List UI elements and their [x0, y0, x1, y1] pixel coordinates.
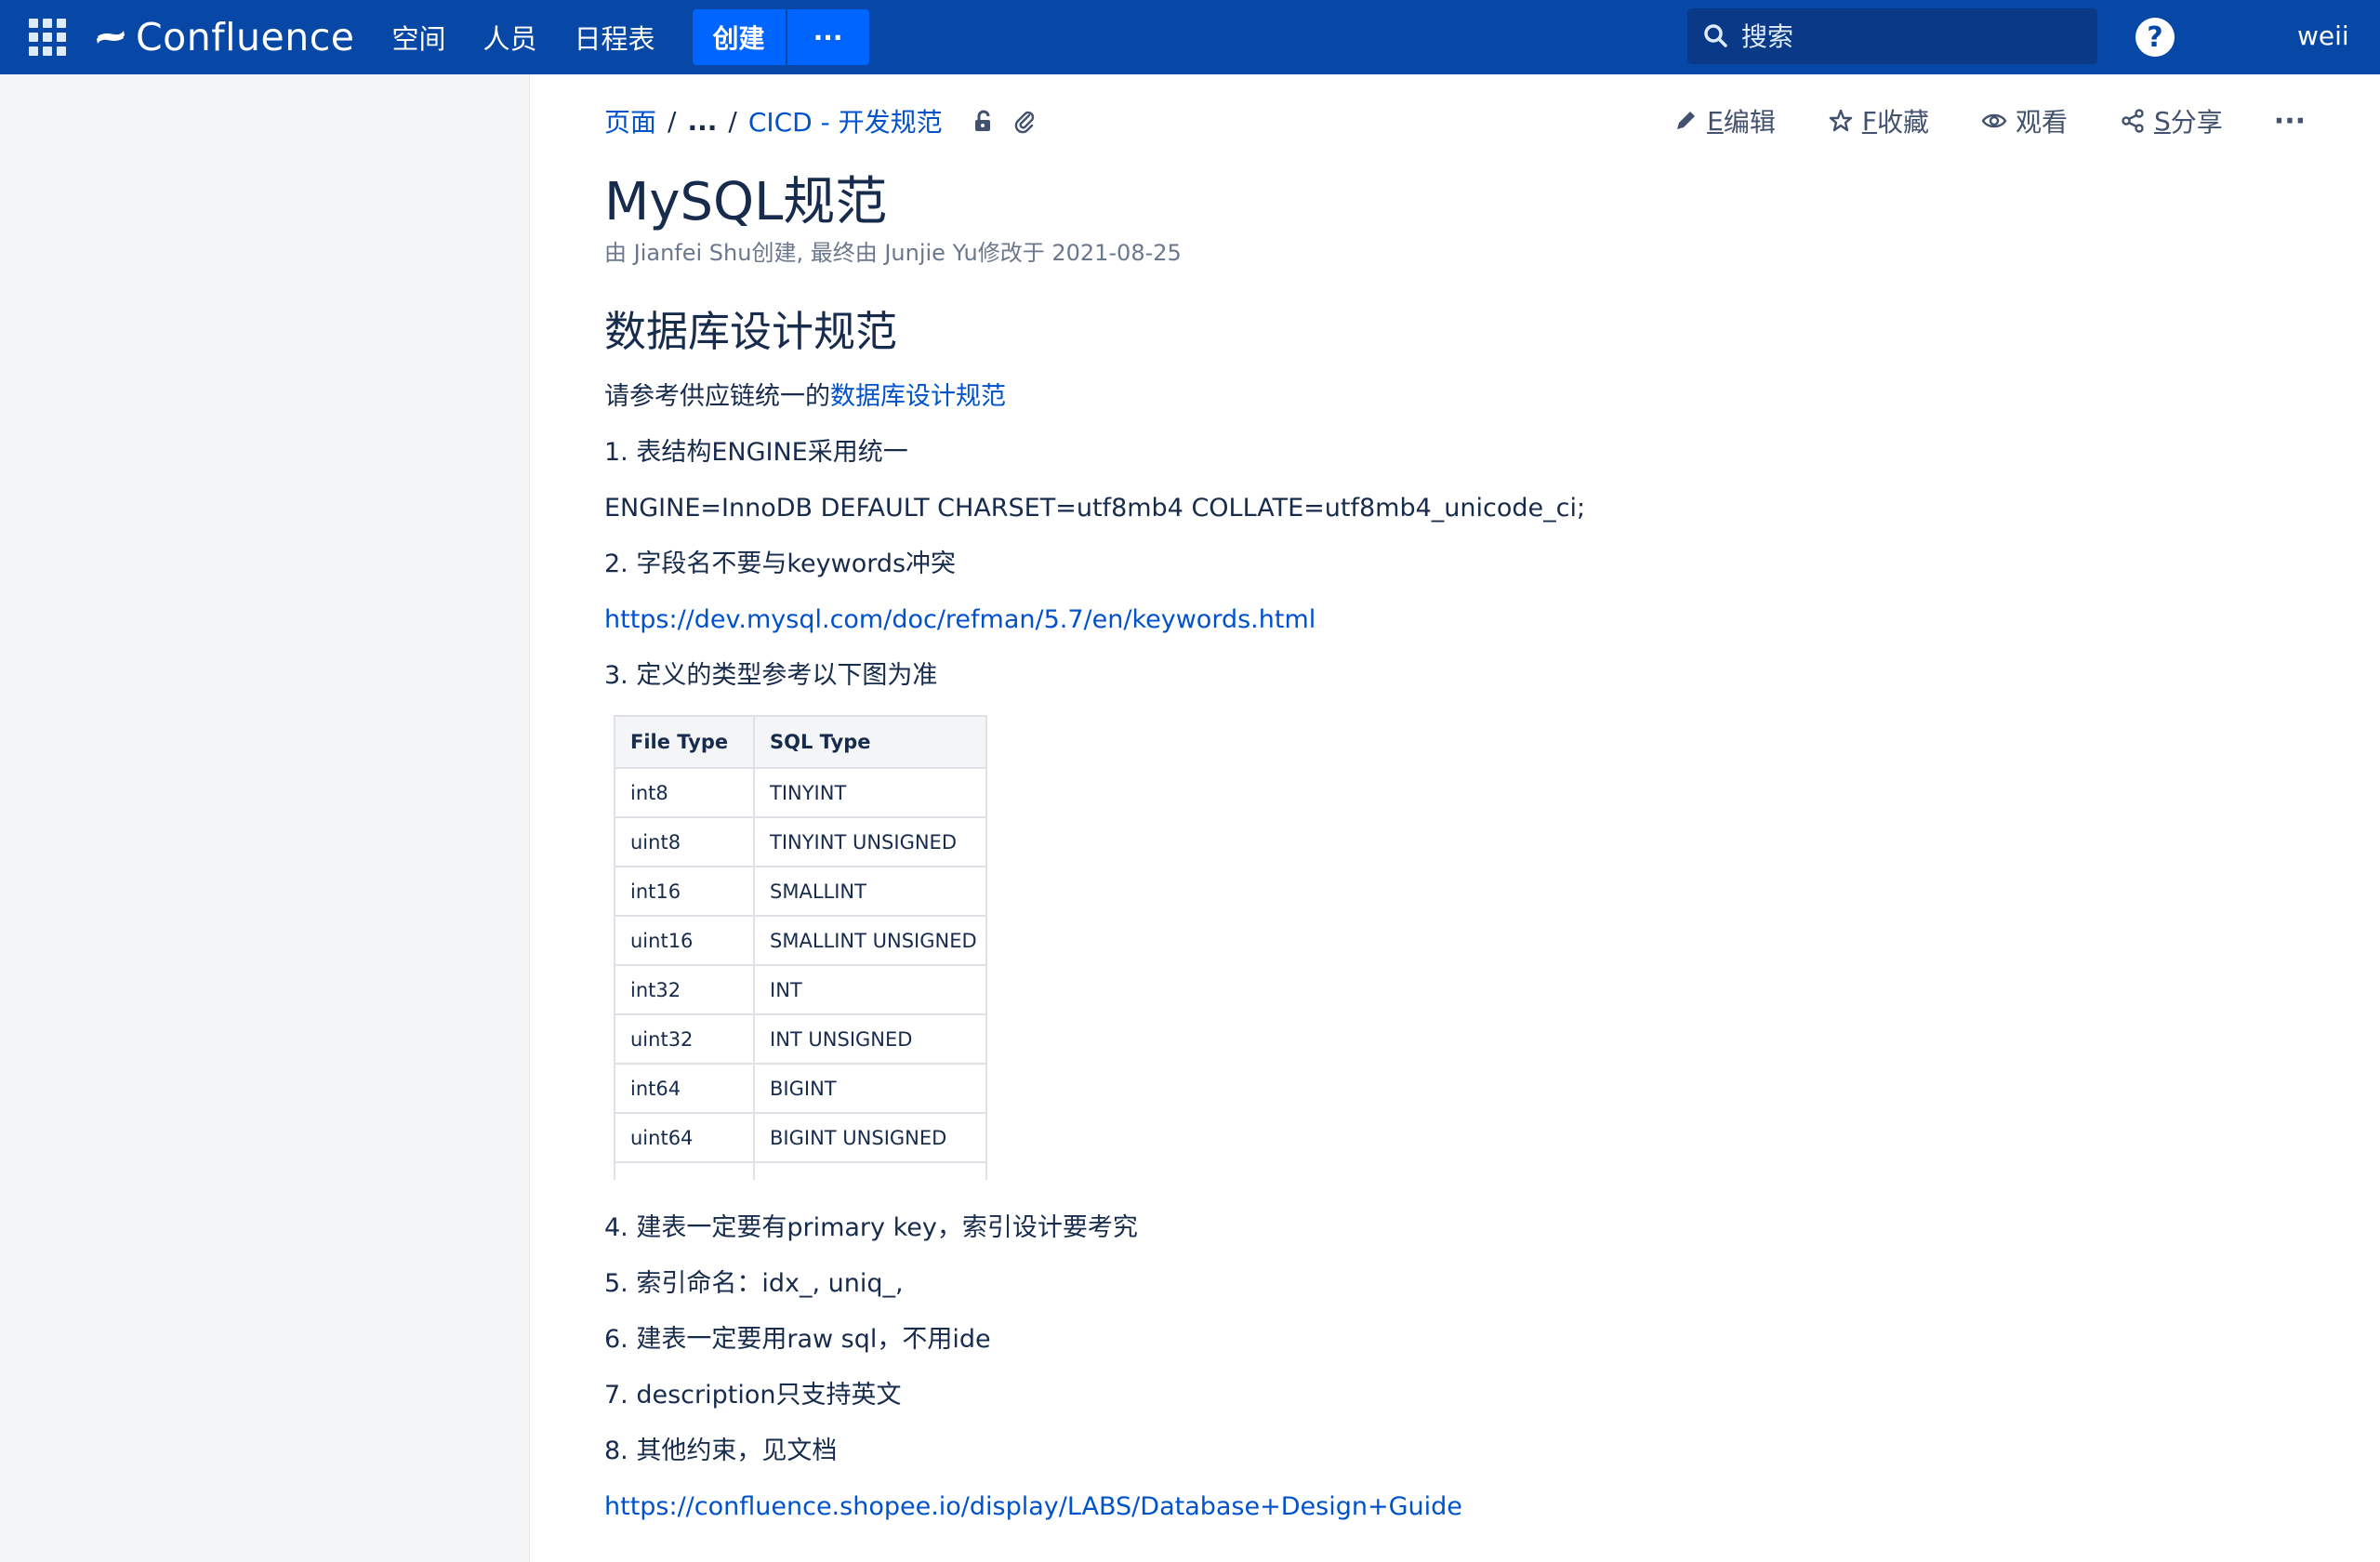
table-cell: BIGINT — [753, 1063, 987, 1114]
table-cell: int64 — [614, 1063, 755, 1114]
create-button[interactable]: 创建 — [692, 9, 786, 65]
unlock-icon[interactable] — [971, 108, 997, 134]
watch-label: 观看 — [2015, 107, 2068, 138]
rule-1: 1. 表结构ENGINE采用统一 — [604, 438, 908, 467]
edit-shortcut-key: E — [1707, 105, 1724, 137]
nav-spaces[interactable]: 空间 — [392, 18, 446, 57]
table-row: uint64 BIGINT UNSIGNED — [614, 1112, 987, 1163]
design-spec-link[interactable]: 数据库设计规范 — [830, 382, 1006, 411]
rule-6: 6. 建表一定要用raw sql，不用ide — [604, 1325, 991, 1354]
table-row: uint16 SMALLINT UNSIGNED — [614, 915, 987, 966]
table-row-truncated — [614, 1161, 987, 1180]
table-header-row: File Type SQL Type — [614, 715, 987, 769]
more-actions-button[interactable]: ··· — [2274, 105, 2306, 138]
help-icon[interactable]: ? — [2135, 18, 2175, 57]
table-cell: int32 — [614, 964, 755, 1015]
breadcrumb-separator: / — [728, 105, 737, 137]
engine-statement: ENGINE=InnoDB DEFAULT CHARSET=utf8mb4 CO… — [604, 494, 1586, 523]
page-actions: E 编辑 F 收藏 观看 S 分享 ··· — [1620, 102, 2334, 139]
confluence-logo-icon — [97, 31, 125, 44]
edit-label: 编辑 — [1723, 107, 1776, 138]
table-cell: uint8 — [614, 816, 755, 867]
type-mapping-table: File Type SQL Type int8 TINYINT uint8 TINY… — [614, 715, 987, 1180]
table-cell: INT — [753, 964, 987, 1015]
page-body: 数据库设计规范 请参考供应链统一的数据库设计规范 1. 表结构ENGINE采用统… — [604, 298, 2278, 1546]
breadcrumb-separator: / — [668, 105, 677, 137]
sidebar — [0, 74, 530, 1562]
type-mapping-image[interactable]: File Type SQL Type int8 TINYINT uint8 TINY… — [604, 715, 995, 1180]
guide-paragraph: https://confluence.shopee.io/display/LAB… — [604, 1490, 2278, 1524]
table-row: int16 SMALLINT — [614, 866, 987, 917]
product-name: Confluence — [136, 15, 355, 60]
table-cell: int8 — [614, 767, 755, 818]
table-cell: INT UNSIGNED — [753, 1013, 987, 1065]
table-cell: TINYINT — [753, 767, 987, 818]
table-cell: BIGINT UNSIGNED — [753, 1112, 987, 1163]
breadcrumb-ellipsis[interactable]: ... — [687, 106, 717, 137]
star-icon — [1829, 109, 1853, 132]
intro-text: 请参考供应链统一的 — [604, 382, 830, 411]
table-cell: SMALLINT — [753, 866, 987, 917]
table-header-cell: SQL Type — [753, 715, 987, 769]
nav-people[interactable]: 人员 — [483, 18, 537, 57]
search-input[interactable] — [1741, 20, 2076, 52]
table-cell: uint64 — [614, 1112, 755, 1163]
create-more-button[interactable]: ··· — [787, 9, 869, 65]
table-row: int64 BIGINT — [614, 1063, 987, 1114]
breadcrumb: 页面 / ... / CICD - 开发规范 — [604, 102, 1038, 139]
table-row: int32 INT — [614, 964, 987, 1015]
keywords-link[interactable]: https://dev.mysql.com/doc/refman/5.7/en/… — [604, 605, 1316, 634]
attachment-icon[interactable] — [1012, 108, 1038, 134]
top-navigation-bar: Confluence 空间 人员 日程表 创建 ··· ? weii — [0, 0, 2380, 74]
table-row: uint8 TINYINT UNSIGNED — [614, 816, 987, 867]
share-button[interactable]: S 分享 — [2119, 102, 2223, 139]
table-header-cell: File Type — [614, 715, 755, 769]
breadcrumb-parent-link[interactable]: CICD - 开发规范 — [748, 102, 943, 139]
share-shortcut-key: S — [2154, 105, 2171, 137]
rule-7: 7. description只支持英文 — [604, 1381, 902, 1410]
favorite-label: 收藏 — [1876, 107, 1929, 138]
page-byline: 由 Jianfei Shu创建, 最终由 Junjie Yu修改于 2021-0… — [604, 240, 1182, 266]
rule-2: 2. 字段名不要与keywords冲突 — [604, 549, 957, 578]
pencil-icon — [1677, 112, 1696, 129]
guide-link[interactable]: https://confluence.shopee.io/display/LAB… — [604, 1492, 1462, 1521]
table-cell: uint16 — [614, 915, 755, 966]
favorite-shortcut-key: F — [1861, 105, 1877, 137]
nav-calendars[interactable]: 日程表 — [575, 18, 655, 57]
app-switcher-button[interactable] — [0, 0, 97, 74]
app-grid-icon — [29, 19, 66, 56]
table-row: uint32 INT UNSIGNED — [614, 1013, 987, 1065]
breadcrumb-pages-link[interactable]: 页面 — [604, 102, 656, 139]
table-row: int8 TINYINT — [614, 767, 987, 818]
table-cell: uint32 — [614, 1013, 755, 1065]
watch-button[interactable]: 观看 — [1980, 102, 2068, 139]
rule-8: 8. 其他约束，见文档 — [604, 1436, 838, 1465]
section-heading: 数据库设计规范 — [604, 307, 898, 356]
rule-4: 4. 建表一定要有primary key，索引设计要考究 — [604, 1213, 1138, 1242]
eye-icon — [1981, 113, 2007, 128]
rule-3: 3. 定义的类型参考以下图为准 — [604, 661, 938, 690]
search-icon — [1704, 24, 1727, 47]
intro-paragraph: 请参考供应链统一的数据库设计规范 — [604, 380, 2278, 414]
user-menu[interactable]: weii — [2297, 20, 2353, 51]
confluence-logo[interactable]: Confluence — [95, 0, 355, 74]
table-cell: TINYINT UNSIGNED — [753, 816, 987, 867]
main-content: 页面 / ... / CICD - 开发规范 E 编辑 F 收藏 观看 S 分享… — [604, 74, 2334, 1562]
keywords-paragraph: https://dev.mysql.com/doc/refman/5.7/en/… — [604, 603, 2278, 637]
edit-button[interactable]: E 编辑 — [1672, 102, 1776, 139]
search-box[interactable] — [1687, 8, 2097, 64]
table-cell: SMALLINT UNSIGNED — [753, 915, 987, 966]
rule-5: 5. 索引命名：idx_, uniq_, — [604, 1269, 904, 1298]
favorite-button[interactable]: F 收藏 — [1827, 102, 1929, 139]
share-icon — [2122, 109, 2144, 133]
share-label: 分享 — [2170, 107, 2223, 138]
page-title: MySQL规范 — [604, 172, 888, 232]
table-cell: int16 — [614, 866, 755, 917]
